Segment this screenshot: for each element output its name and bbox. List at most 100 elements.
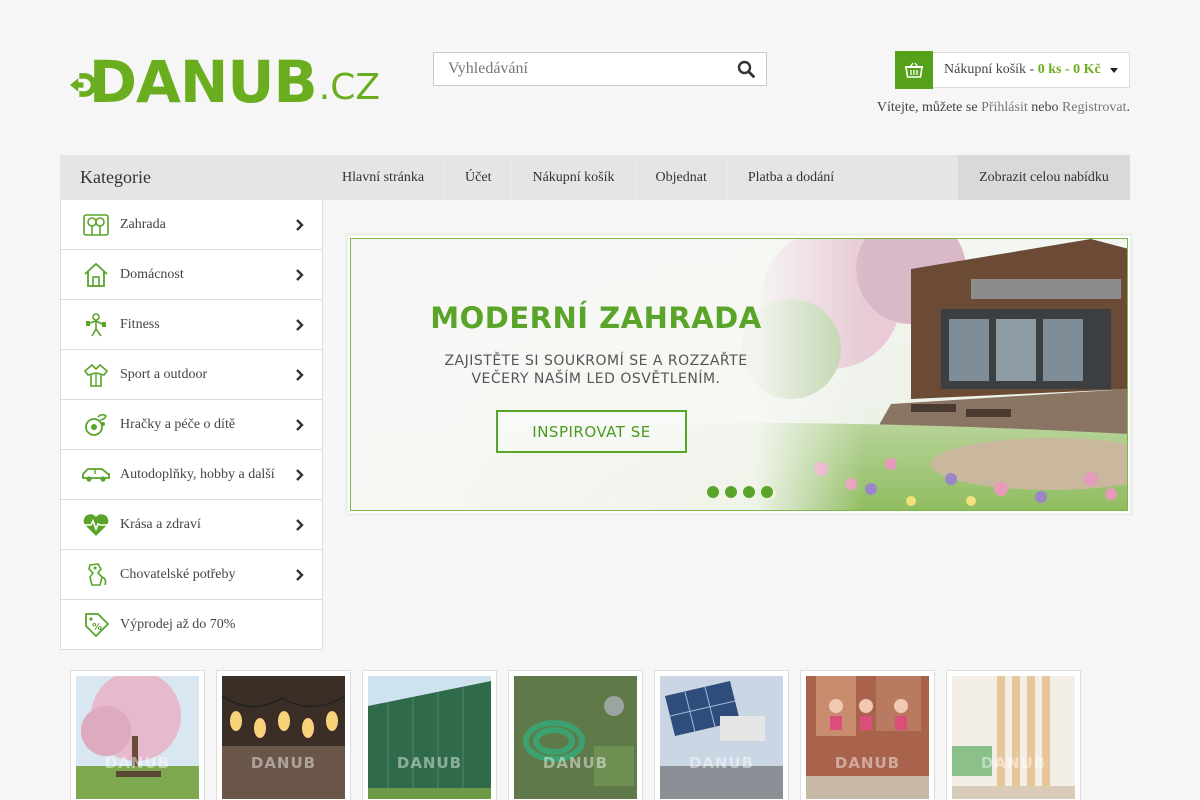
banner-subtitle-line: ZAJISTĚTE SI SOUKROMÍ SE A ROZZAŘTE <box>444 353 748 369</box>
sidebar-item-label: Chovatelské potřeby <box>120 566 236 582</box>
logo-tld: .CZ <box>318 67 380 108</box>
chevron-right-icon <box>289 368 311 381</box>
search-input[interactable] <box>434 53 726 85</box>
product-card[interactable]: DANUB <box>946 670 1081 800</box>
banner-subtitle: ZAJISTĚTE SI SOUKROMÍ SE A ROZZAŘTE VEČE… <box>429 352 763 388</box>
search-icon <box>737 60 755 78</box>
sidebar-item-label: Zahrada <box>120 216 166 232</box>
show-all-button[interactable]: Zobrazit celou nabídku <box>958 155 1130 200</box>
car-icon <box>81 460 111 490</box>
chevron-right-icon <box>289 568 311 581</box>
fitness-women-thumbnail: DANUB <box>806 676 929 799</box>
fitness-icon <box>81 310 111 340</box>
sidebar-item-krasa[interactable]: Krása a zdraví <box>61 499 322 549</box>
garden-hose-thumbnail: DANUB <box>514 676 637 799</box>
string-lights-thumbnail: DANUB <box>222 676 345 799</box>
nav-item-order[interactable]: Objednat <box>636 155 728 200</box>
sidebar-item-vyprodej[interactable]: % Výprodej až do 70% <box>61 599 322 649</box>
sidebar-item-label: Hračky a péče o dítě <box>120 416 236 432</box>
logo-text: DANUB <box>88 48 318 116</box>
sidebar-item-label: Sport a outdoor <box>120 366 208 382</box>
nav-item-home[interactable]: Hlavní stránka <box>322 155 446 200</box>
nav-item-payment[interactable]: Platba a dodání <box>728 155 854 200</box>
chevron-right-icon <box>289 518 311 531</box>
product-card[interactable]: DANUB <box>216 670 351 800</box>
welcome-prefix: Vítejte, můžete se <box>876 100 982 115</box>
house-icon <box>81 260 111 290</box>
watermark: DANUB <box>980 754 1047 772</box>
sidebar-item-label: Fitness <box>120 316 160 332</box>
register-link[interactable]: Registrovat <box>1062 100 1127 115</box>
watermark: DANUB <box>834 754 901 772</box>
welcome-middle: nebo <box>1027 100 1062 115</box>
cart-text: Nákupní košík - 0 ks - 0 Kč <box>933 62 1101 78</box>
slider-dot[interactable] <box>725 486 737 498</box>
product-card[interactable]: DANUB <box>70 670 205 800</box>
solar-lamp-thumbnail: DANUB <box>660 676 783 799</box>
slider-dots <box>707 486 773 498</box>
banner-subtitle-line: VEČERY NAŠÍM LED OSVĚTLENÍM. <box>471 371 721 387</box>
green-fence-thumbnail: DANUB <box>368 676 491 799</box>
sidebar-item-hracky[interactable]: Hračky a péče o dítě <box>61 399 322 449</box>
main-navbar: Kategorie Hlavní stránka Účet Nákupní ko… <box>60 155 1130 200</box>
basket-icon <box>895 51 933 89</box>
baby-icon <box>81 410 111 440</box>
chevron-right-icon <box>289 218 311 231</box>
sidebar-item-fitness[interactable]: Fitness <box>61 299 322 349</box>
slider-dot[interactable] <box>743 486 755 498</box>
watermark: DANUB <box>250 754 317 772</box>
inspire-button[interactable]: INSPIROVAT SE <box>496 410 687 453</box>
product-card[interactable]: DANUB <box>362 670 497 800</box>
slider-dot[interactable] <box>707 486 719 498</box>
page: DANUB .CZ Nákupní košík - 0 ks - 0 Kč <box>60 0 1133 800</box>
svg-text:%: % <box>92 622 102 633</box>
room-divider-thumbnail: DANUB <box>952 676 1075 799</box>
product-thumbnails: DANUB DANUB DANUB DANUB DANUB DANUB DANU… <box>70 670 1081 800</box>
category-sidebar: Zahrada Domácnost Fitness Sport a outdoo… <box>60 200 323 650</box>
cart-summary: 0 ks - 0 Kč <box>1037 62 1101 77</box>
sidebar-item-domacnost[interactable]: Domácnost <box>61 249 322 299</box>
hero-slide[interactable]: MODERNÍ ZAHRADA ZAJISTĚTE SI SOUKROMÍ SE… <box>350 238 1128 511</box>
nav-item-cart[interactable]: Nákupní košík <box>512 155 636 200</box>
blossom-tree-thumbnail: DANUB <box>76 676 199 799</box>
pet-icon <box>81 560 111 590</box>
outdoor-icon <box>81 360 111 390</box>
sidebar-item-auto[interactable]: Autodoplňky, hobby a další <box>61 449 322 499</box>
site-logo[interactable]: DANUB .CZ <box>70 48 380 116</box>
login-link[interactable]: Přihlásit <box>981 100 1028 115</box>
sidebar-item-label: Autodoplňky, hobby a další <box>120 466 275 482</box>
sale-tag-icon: % <box>81 610 111 640</box>
heart-pulse-icon <box>81 510 111 540</box>
sidebar-item-label: Výprodej až do 70% <box>120 616 236 632</box>
sidebar-item-sport[interactable]: Sport a outdoor <box>61 349 322 399</box>
sidebar-item-chovatelske[interactable]: Chovatelské potřeby <box>61 549 322 599</box>
sidebar-item-zahrada[interactable]: Zahrada <box>61 200 322 249</box>
categories-title: Kategorie <box>80 167 151 187</box>
sidebar-item-label: Krása a zdraví <box>120 516 201 532</box>
hero-slider: MODERNÍ ZAHRADA ZAJISTĚTE SI SOUKROMÍ SE… <box>345 233 1133 516</box>
product-card[interactable]: DANUB <box>508 670 643 800</box>
sidebar-item-label: Domácnost <box>120 266 184 282</box>
product-card[interactable]: DANUB <box>654 670 789 800</box>
welcome-text: Vítejte, můžete se Přihlásit nebo Regist… <box>877 100 1130 116</box>
chevron-right-icon <box>289 418 311 431</box>
welcome-suffix: . <box>1126 100 1131 115</box>
watermark: DANUB <box>542 754 609 772</box>
slider-dot[interactable] <box>761 486 773 498</box>
cart-dropdown[interactable]: Nákupní košík - 0 ks - 0 Kč <box>895 51 1130 89</box>
cart-label: Nákupní košík - <box>944 62 1038 77</box>
product-card[interactable]: DANUB <box>800 670 935 800</box>
nav-item-account[interactable]: Účet <box>445 155 513 200</box>
garden-icon <box>81 210 111 240</box>
chevron-right-icon <box>289 318 311 331</box>
search-button[interactable] <box>726 53 766 85</box>
watermark: DANUB <box>104 754 171 772</box>
watermark: DANUB <box>396 754 463 772</box>
watermark: DANUB <box>688 754 755 772</box>
banner-title: MODERNÍ ZAHRADA <box>430 301 762 335</box>
search-box <box>433 52 767 86</box>
chevron-down-icon <box>1109 67 1118 73</box>
chevron-right-icon <box>289 268 311 281</box>
chevron-right-icon <box>289 468 311 481</box>
nav-menu: Hlavní stránka Účet Nákupní košík Objedn… <box>322 155 958 200</box>
